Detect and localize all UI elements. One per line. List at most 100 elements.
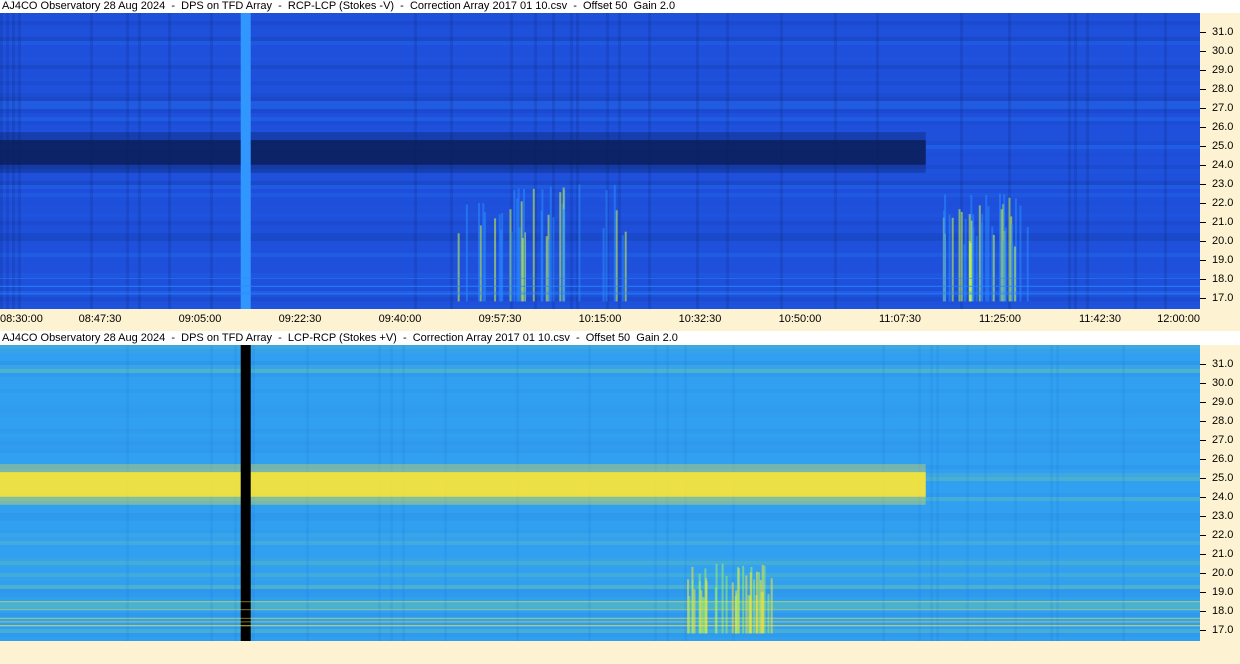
noise-column	[966, 345, 969, 641]
burst-stria	[948, 214, 951, 302]
burst-stria	[770, 578, 773, 634]
y-tick-label: 17.0	[1212, 623, 1234, 636]
y-tick-label: 17.0	[1212, 291, 1234, 304]
noise-row	[0, 405, 1200, 409]
y-tick	[1200, 401, 1206, 403]
y-tick	[1200, 69, 1206, 71]
top-spectrogram	[0, 13, 1200, 309]
y-tick-label: 31.0	[1212, 25, 1234, 38]
noise-row	[0, 617, 1200, 621]
x-tick-label: 09:22:30	[278, 313, 322, 325]
noise-row	[0, 57, 1200, 61]
y-tick-label: 25.0	[1212, 471, 1234, 484]
burst-stria	[465, 204, 468, 302]
x-tick-label: 08:47:30	[78, 313, 122, 325]
y-tick	[1200, 610, 1206, 612]
noise-row	[0, 65, 1200, 69]
burst-stria	[972, 214, 975, 302]
bottom-spectrogram	[0, 345, 1200, 641]
interference-trace	[0, 625, 1200, 627]
burst-stria	[605, 190, 608, 302]
burst-stria	[978, 205, 981, 302]
burst-stria	[725, 575, 728, 634]
bottom-strip	[0, 641, 1240, 664]
vertical-interference-line	[240, 13, 251, 309]
top-panel-title: AJ4CO Observatory 28 Aug 2024 - DPS on T…	[2, 0, 676, 12]
burst-stria	[943, 210, 946, 302]
burst-stria	[756, 571, 759, 634]
y-tick	[1200, 439, 1206, 441]
y-tick-label: 22.0	[1212, 528, 1234, 541]
y-tick	[1200, 297, 1206, 299]
y-tick	[1200, 240, 1206, 242]
interference-trace	[0, 609, 1200, 611]
burst-stria	[1000, 209, 1003, 302]
burst-stria	[992, 234, 995, 302]
noise-row	[0, 633, 1200, 637]
y-tick-label: 25.0	[1212, 139, 1234, 152]
noise-row	[0, 445, 1200, 449]
noise-row	[0, 189, 1200, 193]
noise-row	[0, 585, 1200, 589]
y-tick	[1200, 496, 1206, 498]
x-tick-label: 11:07:30	[878, 313, 922, 325]
noise-column	[1122, 345, 1125, 641]
noise-row	[0, 361, 1200, 365]
y-tick	[1200, 363, 1206, 365]
noise-row	[0, 181, 1200, 185]
y-tick-label: 23.0	[1212, 177, 1234, 190]
y-tick	[1200, 31, 1206, 33]
burst-stria	[578, 184, 581, 302]
noise-column	[1074, 13, 1077, 309]
interference-trace	[0, 293, 1200, 295]
y-tick-label: 28.0	[1212, 82, 1234, 95]
y-tick-label: 27.0	[1212, 101, 1234, 114]
y-tick-label: 24.0	[1212, 158, 1234, 171]
burst-stria	[767, 594, 770, 634]
noise-row	[0, 561, 1200, 565]
burst-stria	[457, 233, 460, 302]
burst-stria	[981, 213, 984, 302]
noise-row	[0, 605, 1200, 609]
noise-row	[0, 193, 1200, 197]
top-frequency-axis: 17.0 18.0 19.0 20.0 21.0 22.0 23.0 24.0 25.0 26.0…	[1200, 13, 1240, 309]
burst-stria	[559, 192, 562, 302]
y-tick-label: 31.0	[1212, 357, 1234, 370]
noise-row	[0, 101, 1200, 105]
burst-stria	[1019, 205, 1022, 302]
y-tick-label: 19.0	[1212, 253, 1234, 266]
burst-stria	[763, 565, 766, 634]
x-tick-label: 09:57:30	[478, 313, 522, 325]
y-tick	[1200, 202, 1206, 204]
burst-stria	[698, 573, 701, 634]
y-tick	[1200, 50, 1206, 52]
noise-row	[0, 409, 1200, 413]
burst-stria	[615, 210, 618, 302]
noise-row	[0, 401, 1200, 405]
noise-row	[0, 437, 1200, 441]
noise-row	[0, 93, 1200, 97]
noise-row	[0, 541, 1200, 545]
y-tick	[1200, 183, 1206, 185]
noise-row	[0, 373, 1200, 377]
burst-stria	[500, 229, 503, 302]
noise-row	[0, 441, 1200, 445]
noise-column	[1086, 13, 1089, 309]
top-heatmap-svg	[0, 13, 1200, 309]
y-tick-label: 20.0	[1212, 566, 1234, 579]
y-tick-label: 19.0	[1212, 585, 1234, 598]
burst-stria	[562, 209, 565, 302]
y-tick	[1200, 382, 1206, 384]
burst-stria	[700, 590, 703, 634]
noise-row	[0, 105, 1200, 109]
noise-row	[0, 81, 1200, 85]
burst-stria	[1003, 194, 1006, 302]
y-tick	[1200, 164, 1206, 166]
x-tick-label: 10:32:30	[678, 313, 722, 325]
y-tick-label: 26.0	[1212, 452, 1234, 465]
time-axis: 08:30:00 08:47:30 09:05:00 09:22:30 09:40:00…	[0, 309, 1240, 331]
burst-stria	[1013, 246, 1016, 302]
y-tick-label: 30.0	[1212, 376, 1234, 389]
y-tick-label: 23.0	[1212, 509, 1234, 522]
y-tick	[1200, 88, 1206, 90]
